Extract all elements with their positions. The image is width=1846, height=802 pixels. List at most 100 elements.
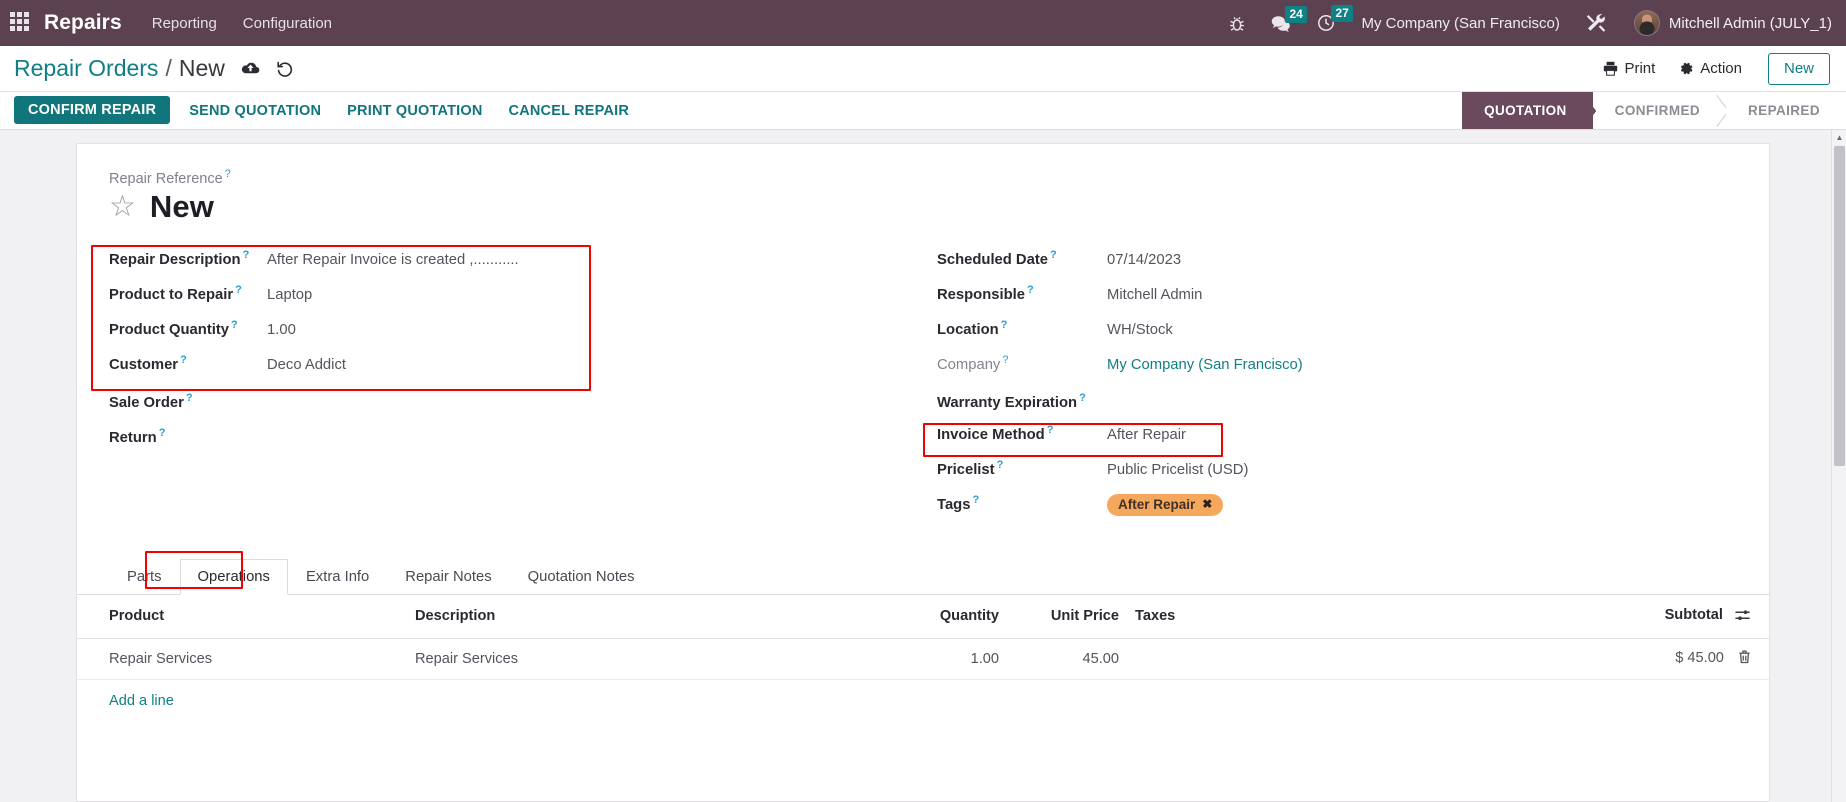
repair-reference-label: Repair Reference? — [109, 168, 231, 187]
apps-grid-icon[interactable] — [10, 12, 32, 34]
column-header-subtotal[interactable]: Subtotal — [1579, 594, 1769, 639]
wrench-tools-icon[interactable] — [1586, 13, 1608, 33]
field-label: Tags? — [937, 493, 980, 513]
cell-subtotal[interactable]: $ 45.00 — [1579, 638, 1769, 680]
field-value[interactable] — [267, 389, 387, 407]
undo-discard-icon[interactable] — [276, 61, 294, 77]
help-icon[interactable]: ? — [1001, 319, 1008, 331]
user-name: Mitchell Admin (JULY_1) — [1668, 14, 1832, 32]
vertical-scrollbar[interactable]: ▲ — [1831, 130, 1846, 802]
help-icon[interactable]: ? — [997, 459, 1004, 471]
confirm-repair-button[interactable]: CONFIRM REPAIR — [14, 96, 171, 124]
close-icon[interactable]: ✖ — [1202, 497, 1212, 511]
field-product-quantity: Product Quantity? 1.00 — [109, 315, 923, 350]
field-value[interactable]: Mitchell Admin — [1107, 287, 1202, 303]
cell-quantity[interactable]: 1.00 — [877, 638, 1007, 680]
column-header-taxes[interactable]: Taxes — [1127, 594, 1579, 639]
cloud-upload-save-icon[interactable] — [241, 61, 260, 76]
column-header-quantity[interactable]: Quantity — [877, 594, 1007, 639]
field-value[interactable]: Laptop — [267, 287, 312, 303]
help-icon[interactable]: ? — [186, 392, 193, 404]
field-label: Repair Description? — [109, 248, 250, 268]
send-quotation-button[interactable]: SEND QUOTATION — [176, 92, 334, 129]
tab-parts[interactable]: Parts — [109, 559, 180, 595]
field-value[interactable]: After Repair Invoice is created ,.......… — [267, 252, 519, 268]
cell-product[interactable]: Repair Services — [77, 638, 407, 680]
field-value[interactable]: 07/14/2023 — [1107, 252, 1181, 268]
action-button[interactable]: Action — [1679, 60, 1742, 77]
new-record-button[interactable]: New — [1767, 52, 1830, 85]
help-icon[interactable]: ? — [1002, 354, 1008, 366]
field-label: Warranty Expiration? — [937, 391, 1086, 411]
help-icon[interactable]: ? — [235, 284, 242, 296]
stage-confirmed[interactable]: CONFIRMED — [1592, 92, 1727, 129]
field-value[interactable]: Public Pricelist (USD) — [1107, 462, 1248, 478]
column-header-product[interactable]: Product — [77, 594, 407, 639]
status-badge[interactable]: After Repair ✖ — [1107, 493, 1224, 516]
table-row[interactable]: Repair Services Repair Services 1.00 45.… — [77, 638, 1769, 680]
avatar — [1633, 10, 1660, 36]
help-icon[interactable]: ? — [1027, 284, 1034, 296]
field-value[interactable] — [1107, 389, 1227, 407]
cell-taxes[interactable] — [1127, 638, 1579, 680]
help-icon[interactable]: ? — [243, 249, 250, 261]
add-a-line-button[interactable]: Add a line — [77, 680, 182, 722]
help-icon[interactable]: ? — [180, 354, 187, 366]
help-icon[interactable]: ? — [972, 494, 979, 506]
record-title-row: ☆ New — [109, 189, 1769, 225]
user-menu[interactable]: Mitchell Admin (JULY_1) — [1633, 10, 1832, 36]
column-header-description[interactable]: Description — [407, 594, 877, 639]
statusbar-spacer — [642, 92, 1462, 129]
field-pricelist: Pricelist? Public Pricelist (USD) — [937, 455, 1769, 490]
help-icon[interactable]: ? — [1079, 392, 1086, 404]
field-value[interactable] — [267, 424, 387, 442]
field-location: Location? WH/Stock — [937, 315, 1769, 350]
column-options-icon[interactable] — [1735, 610, 1751, 626]
cell-description[interactable]: Repair Services — [407, 638, 877, 680]
cancel-repair-button[interactable]: CANCEL REPAIR — [496, 92, 643, 129]
form-column-left: Repair Description? After Repair Invoice… — [77, 244, 923, 525]
active-company[interactable]: My Company (San Francisco) — [1361, 15, 1559, 32]
menu-reporting[interactable]: Reporting — [152, 15, 217, 32]
messages-icon[interactable]: 24 — [1271, 5, 1307, 32]
field-tags: Tags? After Repair ✖ — [937, 490, 1769, 525]
stage-repaired[interactable]: REPAIRED — [1726, 92, 1846, 129]
favorite-star-icon[interactable]: ☆ — [109, 191, 136, 222]
field-value[interactable]: 1.00 — [267, 322, 296, 338]
cell-unit-price[interactable]: 45.00 — [1007, 638, 1127, 680]
help-icon[interactable]: ? — [231, 319, 238, 331]
print-quotation-button[interactable]: PRINT QUOTATION — [334, 92, 495, 129]
column-header-unit-price[interactable]: Unit Price — [1007, 594, 1127, 639]
field-value[interactable]: Deco Addict — [267, 357, 346, 373]
trash-icon[interactable] — [1738, 650, 1751, 668]
column-header-subtotal-label: Subtotal — [1664, 606, 1723, 623]
menu-configuration[interactable]: Configuration — [243, 15, 332, 32]
scroll-up-arrow-icon[interactable]: ▲ — [1832, 130, 1846, 145]
field-value[interactable]: After Repair — [1107, 427, 1186, 443]
field-value[interactable]: My Company (San Francisco) — [1107, 357, 1303, 373]
field-customer: Customer? Deco Addict — [109, 350, 923, 385]
tab-repair-notes[interactable]: Repair Notes — [387, 559, 509, 595]
bug-icon[interactable] — [1229, 15, 1245, 32]
tab-extra-info[interactable]: Extra Info — [288, 559, 387, 595]
help-icon[interactable]: ? — [1047, 424, 1054, 436]
scrollbar-thumb[interactable] — [1834, 146, 1845, 466]
field-label: Product to Repair? — [109, 283, 242, 303]
stage-quotation[interactable]: QUOTATION — [1462, 92, 1593, 129]
help-icon[interactable]: ? — [225, 168, 231, 180]
notebook: Parts Operations Extra Info Repair Notes… — [77, 550, 1769, 722]
field-responsible: Responsible? Mitchell Admin — [937, 280, 1769, 315]
activities-clock-icon[interactable]: 27 — [1317, 5, 1353, 32]
form-column-right: Scheduled Date? 07/14/2023 Responsible? … — [923, 245, 1769, 525]
field-value[interactable]: After Repair ✖ — [1107, 493, 1224, 516]
help-icon[interactable]: ? — [159, 427, 166, 439]
tab-quotation-notes[interactable]: Quotation Notes — [510, 559, 653, 595]
field-value[interactable]: WH/Stock — [1107, 322, 1173, 338]
help-icon[interactable]: ? — [1050, 249, 1057, 261]
field-invoice-method: Invoice Method? After Repair — [937, 420, 1769, 455]
print-button[interactable]: Print — [1603, 60, 1655, 77]
breadcrumb-separator: / — [165, 55, 172, 81]
breadcrumb-root[interactable]: Repair Orders — [14, 55, 158, 82]
app-brand-repairs[interactable]: Repairs — [44, 11, 122, 35]
tab-operations[interactable]: Operations — [179, 558, 288, 595]
